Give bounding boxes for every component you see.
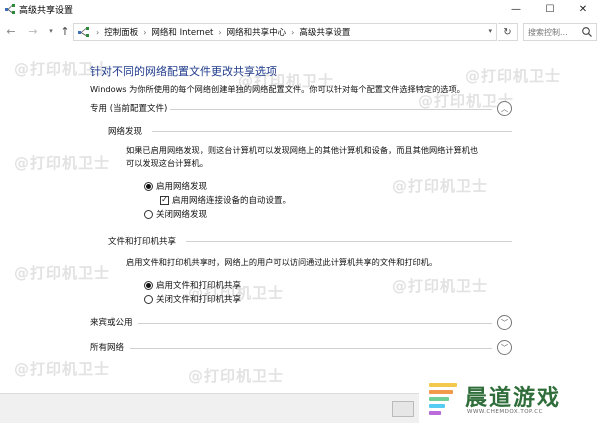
close-button[interactable]: ✕: [566, 0, 600, 18]
section-all-networks-header[interactable]: 所有网络 ﹀: [90, 340, 512, 356]
back-button[interactable]: ←: [4, 23, 18, 39]
refresh-icon: ↻: [503, 26, 512, 38]
brand-url: WWW.CHEMDOX.TOP.CC: [467, 409, 543, 415]
divider: [186, 241, 512, 242]
brand-logo-icon: [429, 383, 457, 415]
subsection-file-printer-sharing-label: 文件和打印机共享: [108, 237, 177, 247]
arrow-up-icon: ↑: [60, 24, 70, 38]
section-private-label: 专用 (当前配置文件): [90, 104, 168, 114]
breadcrumb: › 控制面板 › 网络和 Internet › 网络和共享中心 › 高级共享设置: [91, 26, 350, 39]
network-icon: [5, 4, 15, 14]
chevron-up-glyph: ︿: [501, 104, 508, 113]
divider: [152, 131, 512, 132]
address-bar[interactable]: › 控制面板 › 网络和 Internet › 网络和共享中心 › 高级共享设置…: [73, 23, 497, 41]
radio-disable-file-printer-sharing-label: 关闭文件和打印机共享: [156, 295, 242, 305]
navigation-bar: ← → ▾ ↑ › 控制面板 › 网络和 Internet › 网络和共享中心 …: [0, 21, 600, 43]
refresh-button[interactable]: ↻: [498, 23, 518, 41]
divider: [130, 348, 492, 349]
save-changes-button[interactable]: [392, 401, 414, 417]
chevron-down-icon: ▾: [49, 27, 53, 35]
radio-enable-file-printer-sharing-label: 启用文件和打印机共享: [156, 281, 242, 291]
chevron-down-glyph: ﹀: [501, 343, 508, 352]
title-bar: 高级共享设置 — ☐ ✕: [0, 0, 600, 18]
radio-disable-network-discovery[interactable]: 关闭网络发现: [144, 208, 207, 220]
breadcrumb-separator: ›: [96, 27, 100, 37]
section-private-header[interactable]: 专用 (当前配置文件) ︿: [90, 101, 512, 117]
address-dropdown-icon[interactable]: ▾: [488, 27, 492, 35]
radio-selected[interactable]: [144, 181, 153, 191]
chevron-down-icon[interactable]: ﹀: [497, 340, 512, 355]
brand-name: 晨道游戏: [465, 386, 562, 411]
file-printer-sharing-description: 启用文件和打印机共享时，网络上的用户可以访问通过此计算机共享的文件和打印机。: [126, 257, 438, 267]
subsection-network-discovery-label: 网络发现: [108, 127, 143, 137]
maximize-button[interactable]: ☐: [533, 0, 567, 18]
breadcrumb-item-control-panel[interactable]: 控制面板: [104, 26, 138, 38]
close-icon: ✕: [578, 3, 588, 15]
arrow-right-icon: →: [28, 24, 38, 38]
radio-unselected[interactable]: [144, 294, 153, 304]
section-all-networks-label: 所有网络: [90, 343, 125, 353]
breadcrumb-separator: ›: [291, 27, 295, 37]
search-icon[interactable]: [581, 26, 593, 38]
checkbox-auto-setup[interactable]: ✓ 启用网络连接设备的自动设置。: [160, 194, 291, 206]
radio-disable-network-discovery-label: 关闭网络发现: [156, 210, 208, 220]
radio-selected[interactable]: [144, 280, 153, 290]
page-title: 针对不同的网络配置文件更改共享选项: [90, 65, 277, 78]
breadcrumb-separator: ›: [218, 27, 222, 37]
radio-unselected[interactable]: [144, 209, 153, 219]
search-box[interactable]: [523, 23, 597, 41]
breadcrumb-item-network-internet[interactable]: 网络和 Internet: [151, 26, 213, 38]
maximize-icon: ☐: [545, 3, 555, 15]
checkbox-checked[interactable]: ✓: [160, 195, 169, 205]
divider: [138, 323, 492, 324]
brand-logo-overlay: 晨道游戏 WWW.CHEMDOX.TOP.CC: [419, 375, 600, 423]
section-guest-public-header[interactable]: 来宾或公用 ﹀: [90, 315, 512, 331]
network-discovery-description: 如果已启用网络发现，则这台计算机可以发现网络上的其他计算机和设备，而且其他网络计…: [126, 144, 478, 170]
chevron-up-icon[interactable]: ︿: [497, 101, 512, 116]
radio-enable-network-discovery-label: 启用网络发现: [156, 182, 208, 192]
breadcrumb-item-network-sharing-center[interactable]: 网络和共享中心: [227, 26, 287, 38]
chevron-down-glyph: ﹀: [501, 318, 508, 327]
breadcrumb-separator: ›: [143, 27, 147, 37]
radio-enable-network-discovery[interactable]: 启用网络发现: [144, 180, 207, 192]
arrow-left-icon: ←: [6, 24, 16, 38]
main-content: 针对不同的网络配置文件更改共享选项 Windows 为你所使用的每个网络创建单独…: [0, 43, 600, 393]
checkbox-auto-setup-label: 启用网络连接设备的自动设置。: [172, 196, 292, 206]
section-guest-public-label: 来宾或公用: [90, 318, 133, 328]
subsection-file-printer-sharing: 文件和打印机共享: [108, 235, 512, 247]
breadcrumb-item-advanced-sharing[interactable]: 高级共享设置: [299, 26, 350, 38]
recent-locations-button[interactable]: ▾: [44, 23, 58, 39]
network-discovery-description-line1: 如果已启用网络发现，则这台计算机可以发现网络上的其他计算机和设备，而且其他网络计…: [126, 145, 479, 155]
search-input[interactable]: [524, 27, 580, 37]
divider: [170, 109, 492, 110]
network-discovery-description-line2: 可以发现这台计算机。: [126, 158, 208, 168]
radio-enable-file-printer-sharing[interactable]: 启用文件和打印机共享: [144, 279, 241, 291]
minimize-icon: —: [511, 3, 521, 15]
forward-button[interactable]: →: [26, 23, 40, 39]
subsection-network-discovery: 网络发现: [108, 125, 512, 137]
page-description: Windows 为你所使用的每个网络创建单独的网络配置文件。你可以针对每个配置文…: [90, 84, 465, 94]
minimize-button[interactable]: —: [499, 0, 533, 18]
up-button[interactable]: ↑: [58, 23, 72, 39]
network-icon: [78, 27, 89, 37]
window-title: 高级共享设置: [19, 6, 74, 16]
radio-disable-file-printer-sharing[interactable]: 关闭文件和打印机共享: [144, 293, 241, 305]
chevron-down-icon[interactable]: ﹀: [497, 315, 512, 330]
